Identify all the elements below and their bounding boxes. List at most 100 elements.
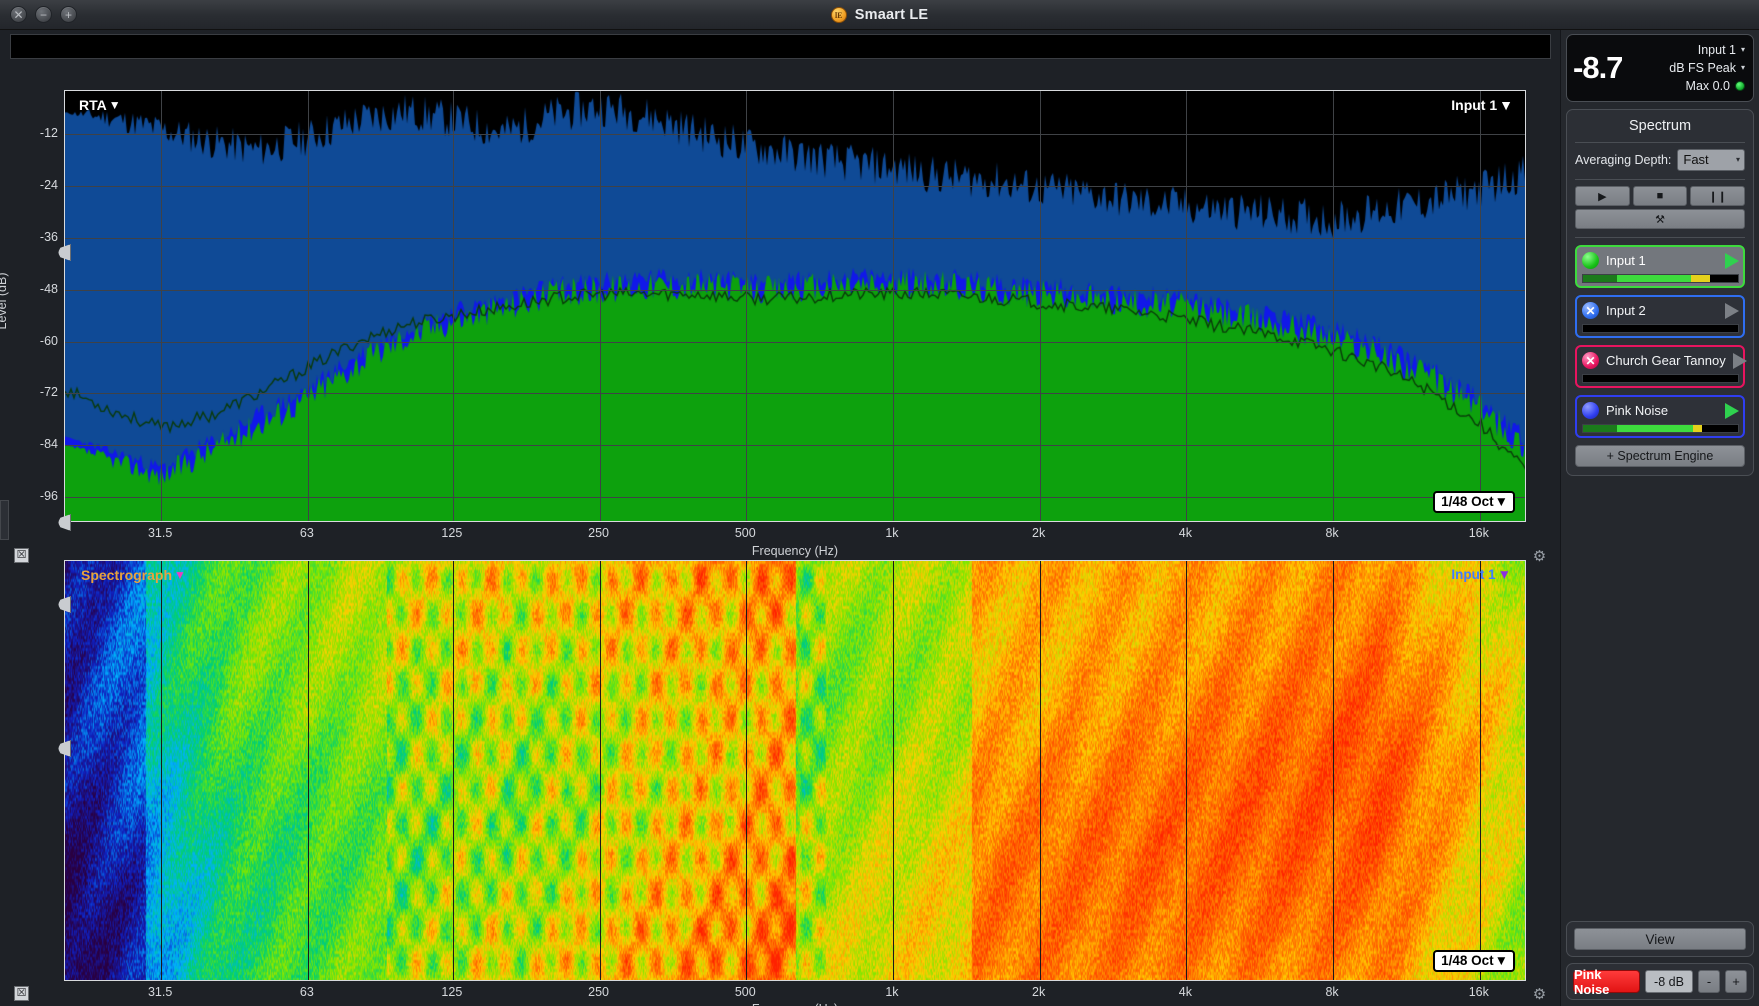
rta-y-tick: -84 [39, 437, 58, 452]
x-axis-tick: 1k [885, 526, 899, 540]
rta-y-tick: -24 [39, 178, 58, 193]
averaging-depth-label: Averaging Depth: [1575, 153, 1672, 167]
x-axis-tick: 125 [441, 985, 463, 999]
rta-resolution-badge[interactable]: 1/48 Oct ▼ [1433, 491, 1515, 513]
divider-line [1575, 179, 1745, 180]
chevron-down-icon: ▾ [1735, 155, 1740, 164]
x-axis-tick: 125 [441, 526, 463, 540]
view-card: View [1566, 921, 1754, 957]
spectrograph-settings-gear-icon[interactable]: ⚙ [1531, 986, 1548, 1003]
x-axis-tick: 16k [1468, 526, 1489, 540]
play-icon[interactable] [1732, 352, 1747, 369]
meter-segment [1583, 275, 1618, 282]
collapse-spectrograph-button[interactable]: ☒ [14, 986, 29, 1001]
rta-resolution-text: 1/48 Oct [1441, 494, 1494, 509]
spectrum-source-item[interactable]: ✕ Input 2 [1575, 295, 1745, 338]
play-icon[interactable] [1725, 252, 1739, 269]
x-axis-tick: 2k [1032, 526, 1046, 540]
x-axis-tick: 4k [1178, 526, 1192, 540]
play-button[interactable]: ▶ [1575, 186, 1630, 206]
circle-blue-icon[interactable] [1582, 402, 1599, 419]
spectrum-source-item[interactable]: Pink Noise [1575, 395, 1745, 438]
generator-level-increase-button[interactable]: + [1725, 970, 1747, 993]
chevron-down-icon: ▼ [1499, 97, 1513, 113]
circle-blue-x-icon[interactable]: ✕ [1582, 302, 1599, 319]
top-black-strip [10, 34, 1551, 59]
rta-spectrum-canvas [65, 91, 1525, 521]
meter-input-selector[interactable]: Input 1 ▾ [1669, 41, 1745, 59]
bottom-controls: View Pink Noise -8 dB - + [1566, 921, 1754, 1000]
zoom-window-icon[interactable]: + [60, 6, 77, 23]
chevron-down-icon: ▼ [1497, 567, 1511, 582]
meter-unit-label: dB FS Peak [1669, 61, 1736, 75]
stop-button[interactable]: ■ [1632, 186, 1688, 206]
meter-segment [1617, 425, 1694, 432]
rta-pane: Level (dB) -12 -24 -36 -48 -60 -72 -84 -96 RTA … [0, 64, 1560, 558]
workspace: Level (dB) -12 -24 -36 -48 -60 -72 -84 -96 RTA … [0, 30, 1560, 1006]
spectrograph-source-label: Input 1 [1451, 567, 1496, 582]
x-axis-tick: 8k [1325, 985, 1339, 999]
x-axis-tick: 4k [1178, 985, 1192, 999]
x-axis-tick: 2k [1032, 985, 1046, 999]
spectrum-card-title: Spectrum [1628, 118, 1692, 134]
spectrum-source-item[interactable]: ✕ Church Gear Tannoy [1575, 345, 1747, 388]
left-edge-handle[interactable] [0, 500, 9, 540]
circle-pink-x-icon[interactable]: ✕ [1582, 352, 1599, 369]
spectrograph-plot-area[interactable]: Spectrograph ▼ Input 1 ▼ 1/48 Oct ▼ [64, 560, 1526, 981]
window-title: Smaart LE [854, 7, 929, 23]
spectrograph-resolution-text: 1/48 Oct [1441, 953, 1494, 968]
averaging-depth-select[interactable]: Fast ▾ [1677, 149, 1745, 171]
pink-noise-generator-button[interactable]: Pink Noise [1573, 967, 1640, 997]
spectrograph-resolution-badge[interactable]: 1/48 Oct ▼ [1433, 950, 1515, 972]
chevron-down-icon: ▼ [108, 98, 121, 112]
view-button[interactable]: View [1574, 928, 1746, 950]
chevron-down-icon: ▾ [1740, 45, 1745, 54]
meter-unit-selector[interactable]: dB FS Peak ▾ [1669, 59, 1745, 77]
window-title-group: lE Smaart LE [0, 0, 1759, 30]
status-led-icon[interactable] [1735, 81, 1745, 91]
circle-green-icon[interactable] [1582, 252, 1599, 269]
add-spectrum-engine-button[interactable]: + Spectrum Engine [1575, 445, 1745, 467]
window-controls: ✕ − + [10, 6, 77, 23]
spectrum-source-item[interactable]: Input 1 [1575, 245, 1745, 288]
rta-pane-label[interactable]: RTA ▼ [79, 97, 121, 113]
generator-level-value[interactable]: -8 dB [1645, 970, 1693, 993]
close-window-icon[interactable]: ✕ [10, 6, 27, 23]
spectrograph-x-axis-ticks: 31.5 63 125 250 500 1k 2k 4k 8k 16k [64, 985, 1526, 1003]
spectrograph-pane-label[interactable]: Spectrograph ▼ [81, 567, 186, 583]
source-level-meter [1582, 324, 1739, 333]
level-meter-readout: -8.7 Input 1 ▾ dB FS Peak ▾ Max 0.0 [1566, 34, 1754, 102]
minimize-window-icon[interactable]: − [35, 6, 52, 23]
source-name: Input 2 [1606, 303, 1646, 318]
spectrograph-pane: Spectrograph ▼ Input 1 ▼ 1/48 Oct ▼ 31.5… [0, 552, 1560, 1006]
meter-input-label: Input 1 [1697, 43, 1736, 57]
source-header: Pink Noise [1582, 400, 1739, 421]
spectrograph-source-selector[interactable]: Input 1 ▼ [1451, 567, 1511, 582]
x-axis-tick: 63 [299, 526, 314, 540]
x-axis-tick: 31.5 [147, 526, 173, 540]
rta-x-axis-ticks: 31.5 63 125 250 500 1k 2k 4k 8k 16k [64, 526, 1526, 544]
tools-button[interactable]: ⚒ [1575, 209, 1745, 229]
meter-max-label: Max 0.0 [1685, 79, 1730, 93]
rta-source-selector[interactable]: Input 1 ▼ [1451, 97, 1513, 113]
spectrograph-pane-label-text: Spectrograph [81, 567, 173, 583]
source-header: ✕ Input 2 [1582, 300, 1739, 321]
play-icon[interactable] [1725, 302, 1739, 319]
source-name: Pink Noise [1606, 403, 1669, 418]
rta-plot-area[interactable]: RTA ▼ Input 1 ▼ 1/48 Oct ▼ [64, 90, 1526, 522]
meter-max-row: Max 0.0 [1669, 77, 1745, 95]
title-bar: ✕ − + lE Smaart LE [0, 0, 1759, 30]
pause-button[interactable]: ❙❙ [1690, 186, 1746, 206]
spectrograph-upper-range-handle[interactable] [58, 596, 71, 613]
x-axis-tick: 250 [588, 985, 609, 999]
source-name: Input 1 [1606, 253, 1646, 268]
generator-level-decrease-button[interactable]: - [1698, 970, 1720, 993]
meter-segment [1702, 425, 1738, 432]
play-icon[interactable] [1725, 402, 1739, 419]
rta-source-label: Input 1 [1451, 97, 1498, 113]
spectrograph-lower-range-handle[interactable] [58, 740, 71, 757]
source-name: Church Gear Tannoy [1606, 353, 1726, 368]
right-control-panel: -8.7 Input 1 ▾ dB FS Peak ▾ Max 0.0 Spec… [1560, 30, 1759, 1006]
meter-segment [1691, 275, 1711, 282]
source-level-meter [1582, 274, 1739, 283]
